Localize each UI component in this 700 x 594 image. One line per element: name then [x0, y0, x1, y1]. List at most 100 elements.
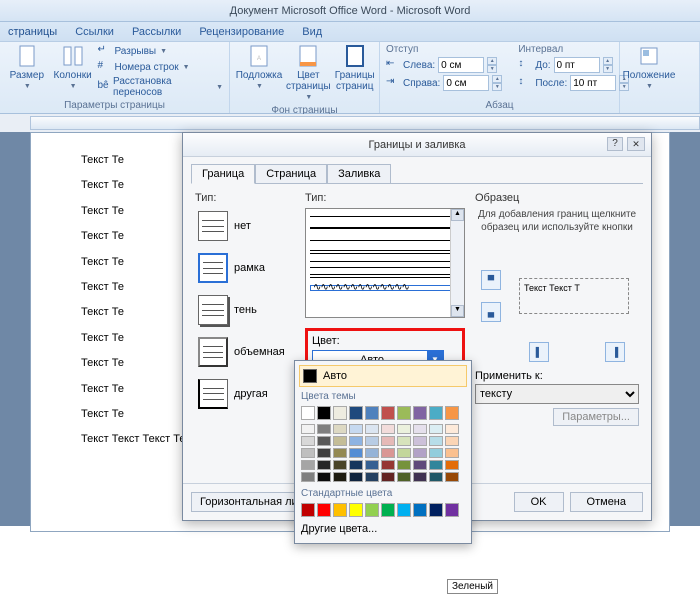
tab-page-layout[interactable]: страницы	[8, 26, 57, 38]
horizontal-ruler[interactable]	[30, 116, 700, 130]
dialog-close-button[interactable]: ✕	[627, 137, 645, 151]
page-borders-button[interactable]: Границы страниц	[335, 44, 375, 92]
color-swatch[interactable]	[301, 424, 315, 434]
color-swatch[interactable]	[413, 436, 427, 446]
line-style-option-selected[interactable]	[310, 285, 460, 291]
color-swatch[interactable]	[413, 460, 427, 470]
color-swatch[interactable]	[445, 436, 459, 446]
border-left-button[interactable]: ▌	[529, 342, 549, 362]
color-swatch[interactable]	[381, 503, 395, 517]
color-swatch[interactable]	[301, 448, 315, 458]
color-swatch[interactable]	[397, 460, 411, 470]
line-style-list[interactable]: ▲ ▼	[305, 208, 465, 318]
indent-right-input[interactable]	[443, 75, 489, 91]
color-swatch[interactable]	[349, 460, 363, 470]
color-swatch[interactable]	[413, 424, 427, 434]
position-button[interactable]: Положение▼	[626, 44, 672, 92]
dialog-titlebar[interactable]: Границы и заливка ? ✕	[183, 133, 651, 157]
color-swatch[interactable]	[429, 448, 443, 458]
color-swatch[interactable]	[365, 436, 379, 446]
color-swatch[interactable]	[317, 448, 331, 458]
color-swatch[interactable]	[301, 406, 315, 420]
tab-view[interactable]: Вид	[302, 26, 322, 38]
size-button[interactable]: Размер▼	[6, 44, 48, 92]
color-swatch[interactable]	[365, 406, 379, 420]
ok-button[interactable]: OK	[514, 492, 564, 512]
tab-mailings[interactable]: Рассылки	[132, 26, 181, 38]
dialog-tab-shading[interactable]: Заливка	[327, 164, 391, 184]
page-color-button[interactable]: Цвет страницы▼	[286, 44, 331, 103]
color-swatch[interactable]	[317, 460, 331, 470]
color-swatch[interactable]	[413, 406, 427, 420]
dialog-help-button[interactable]: ?	[607, 137, 623, 151]
color-swatch[interactable]	[349, 406, 363, 420]
color-swatch[interactable]	[397, 503, 411, 517]
indent-left-spin[interactable]: ▲▼	[487, 57, 497, 73]
color-swatch[interactable]	[333, 503, 347, 517]
border-type-box[interactable]: рамка	[195, 250, 295, 286]
color-swatch[interactable]	[429, 406, 443, 420]
columns-button[interactable]: Колонки▼	[52, 44, 94, 92]
scroll-up-icon[interactable]: ▲	[451, 209, 464, 221]
apply-to-select[interactable]: тексту	[475, 384, 639, 404]
line-numbers-button[interactable]: #Номера строк▼	[97, 60, 223, 74]
indent-left-input[interactable]	[438, 57, 484, 73]
border-right-button[interactable]: ▐	[605, 342, 625, 362]
color-swatch[interactable]	[381, 460, 395, 470]
color-swatch[interactable]	[333, 472, 347, 482]
line-style-option[interactable]	[310, 213, 460, 219]
color-swatch[interactable]	[317, 436, 331, 446]
border-top-button[interactable]: ▀	[481, 270, 501, 290]
color-swatch[interactable]	[429, 503, 443, 517]
color-swatch[interactable]	[397, 424, 411, 434]
line-style-option[interactable]	[310, 225, 460, 231]
color-swatch[interactable]	[445, 472, 459, 482]
color-swatch[interactable]	[445, 460, 459, 470]
border-type-none[interactable]: нет	[195, 208, 295, 244]
color-swatch[interactable]	[317, 472, 331, 482]
preview-sample[interactable]: Текст Текст Т	[519, 278, 629, 314]
hyphenation-button[interactable]: bêРасстановка переносов▼	[97, 76, 223, 98]
color-swatch[interactable]	[333, 406, 347, 420]
color-swatch[interactable]	[317, 424, 331, 434]
color-swatch[interactable]	[349, 472, 363, 482]
color-swatch[interactable]	[301, 472, 315, 482]
color-swatch[interactable]	[445, 503, 459, 517]
scroll-down-icon[interactable]: ▼	[451, 305, 464, 317]
color-swatch[interactable]	[365, 503, 379, 517]
indent-right-spin[interactable]: ▲▼	[492, 75, 502, 91]
color-swatch[interactable]	[397, 472, 411, 482]
color-swatch[interactable]	[333, 436, 347, 446]
color-swatch[interactable]	[397, 448, 411, 458]
color-swatch[interactable]	[397, 406, 411, 420]
dialog-tab-border[interactable]: Граница	[191, 164, 255, 184]
color-swatch[interactable]	[413, 472, 427, 482]
style-scrollbar[interactable]: ▲ ▼	[450, 209, 464, 317]
border-type-custom[interactable]: другая	[195, 376, 295, 412]
color-swatch[interactable]	[301, 436, 315, 446]
color-swatch[interactable]	[365, 448, 379, 458]
color-swatch[interactable]	[301, 503, 315, 517]
spacing-before-spin[interactable]: ▲▼	[603, 57, 613, 73]
color-swatch[interactable]	[365, 472, 379, 482]
color-swatch[interactable]	[445, 448, 459, 458]
border-bottom-button[interactable]: ▄	[481, 302, 501, 322]
color-swatch[interactable]	[349, 424, 363, 434]
border-type-3d[interactable]: объемная	[195, 334, 295, 370]
color-swatch[interactable]	[413, 503, 427, 517]
spacing-after-input[interactable]	[570, 75, 616, 91]
color-swatch[interactable]	[429, 436, 443, 446]
color-swatch[interactable]	[381, 406, 395, 420]
line-style-option[interactable]	[310, 261, 460, 267]
cancel-button[interactable]: Отмена	[570, 492, 643, 512]
color-swatch[interactable]	[349, 436, 363, 446]
color-swatch[interactable]	[381, 448, 395, 458]
line-style-option[interactable]	[310, 237, 460, 243]
color-swatch[interactable]	[445, 424, 459, 434]
color-swatch[interactable]	[317, 406, 331, 420]
color-swatch[interactable]	[301, 460, 315, 470]
color-swatch[interactable]	[413, 448, 427, 458]
color-swatch[interactable]	[397, 436, 411, 446]
line-style-option[interactable]	[310, 249, 460, 255]
color-swatch[interactable]	[381, 424, 395, 434]
